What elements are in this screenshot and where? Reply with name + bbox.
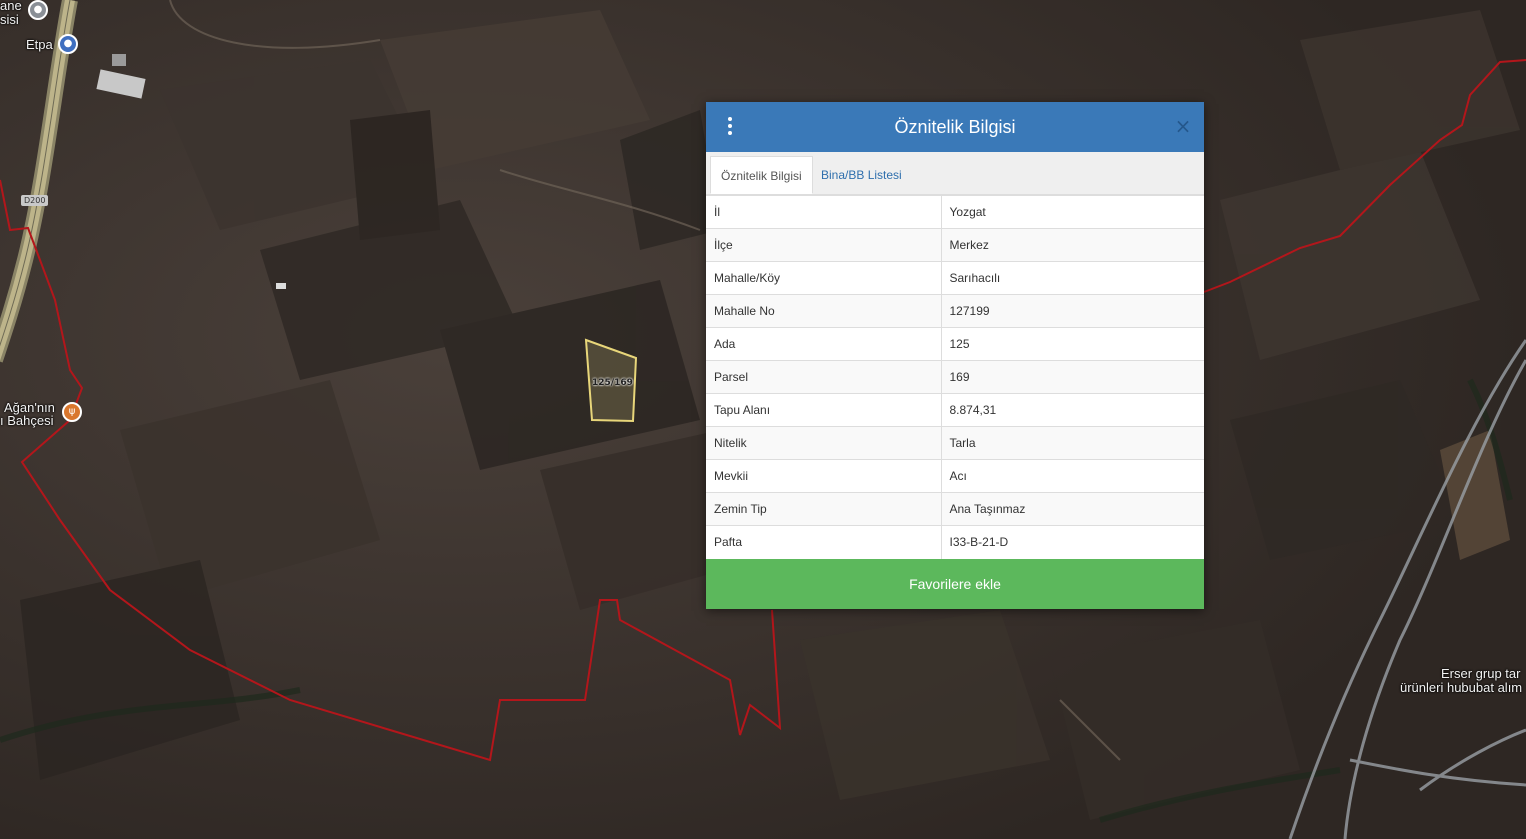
table-row: Mahalle/Köy Sarıhacılı bbox=[706, 261, 1204, 295]
map-label-business-line2[interactable]: ürünleri hububat alım bbox=[1400, 680, 1522, 695]
lock-pin-icon[interactable]: ● bbox=[58, 34, 78, 54]
map-label-etpa[interactable]: Etpa bbox=[26, 37, 53, 52]
tab-attribute-info[interactable]: Öznitelik Bilgisi bbox=[710, 156, 813, 194]
attr-key: Mahalle No bbox=[706, 294, 942, 328]
attr-key: İl bbox=[706, 195, 942, 229]
table-row: Mahalle No 127199 bbox=[706, 294, 1204, 328]
attr-value: Sarıhacılı bbox=[941, 261, 1204, 295]
attr-value: Acı bbox=[941, 459, 1204, 493]
location-pin-icon[interactable]: ● bbox=[28, 0, 48, 20]
attr-value: I33-B-21-D bbox=[941, 525, 1204, 559]
table-row: İlçe Merkez bbox=[706, 228, 1204, 262]
attr-value: 127199 bbox=[941, 294, 1204, 328]
map-label-restaurant-line2[interactable]: ı Bahçesi bbox=[0, 413, 53, 428]
restaurant-icon[interactable]: ψ bbox=[62, 402, 82, 422]
dialog-title: Öznitelik Bilgisi bbox=[894, 117, 1016, 137]
table-row: Zemin Tip Ana Taşınmaz bbox=[706, 492, 1204, 526]
dialog-header: Öznitelik Bilgisi × bbox=[706, 102, 1204, 152]
map-label-fragment: sisi bbox=[0, 12, 19, 27]
parcel-label: 125/169 bbox=[592, 378, 633, 388]
attr-key: Zemin Tip bbox=[706, 492, 942, 526]
tab-building-list[interactable]: Bina/BB Listesi bbox=[811, 156, 912, 194]
dialog-tabs: Öznitelik Bilgisi Bina/BB Listesi bbox=[706, 152, 1204, 195]
attr-key: Mahalle/Köy bbox=[706, 261, 942, 295]
attribute-info-dialog: Öznitelik Bilgisi × Öznitelik Bilgisi Bi… bbox=[706, 102, 1204, 609]
attr-value: Tarla bbox=[941, 426, 1204, 460]
table-row: Mevkii Acı bbox=[706, 459, 1204, 493]
attr-key: Ada bbox=[706, 327, 942, 361]
table-row: Tapu Alanı 8.874,31 bbox=[706, 393, 1204, 427]
road-shield-d200: D200 bbox=[21, 195, 49, 206]
attr-value: 169 bbox=[941, 360, 1204, 394]
table-row: Pafta I33-B-21-D bbox=[706, 525, 1204, 559]
close-icon[interactable]: × bbox=[1174, 116, 1192, 136]
attr-key: Parsel bbox=[706, 360, 942, 394]
attr-value: 125 bbox=[941, 327, 1204, 361]
attr-key: Tapu Alanı bbox=[706, 393, 942, 427]
attr-value: 8.874,31 bbox=[941, 393, 1204, 427]
attr-key: Nitelik bbox=[706, 426, 942, 460]
attribute-table: İl Yozgat İlçe Merkez Mahalle/Köy Sarıhacıl… bbox=[706, 195, 1204, 559]
attr-value: Merkez bbox=[941, 228, 1204, 262]
map-label-business-line1[interactable]: Erser grup tar bbox=[1441, 666, 1520, 681]
table-row: İl Yozgat bbox=[706, 195, 1204, 229]
attr-key: Mevkii bbox=[706, 459, 942, 493]
attr-value: Yozgat bbox=[941, 195, 1204, 229]
attr-key: Pafta bbox=[706, 525, 942, 559]
attr-value: Ana Taşınmaz bbox=[941, 492, 1204, 526]
add-to-favorites-button[interactable]: Favorilere ekle bbox=[706, 558, 1204, 609]
table-row: Ada 125 bbox=[706, 327, 1204, 361]
table-row: Parsel 169 bbox=[706, 360, 1204, 394]
table-row: Nitelik Tarla bbox=[706, 426, 1204, 460]
attr-key: İlçe bbox=[706, 228, 942, 262]
